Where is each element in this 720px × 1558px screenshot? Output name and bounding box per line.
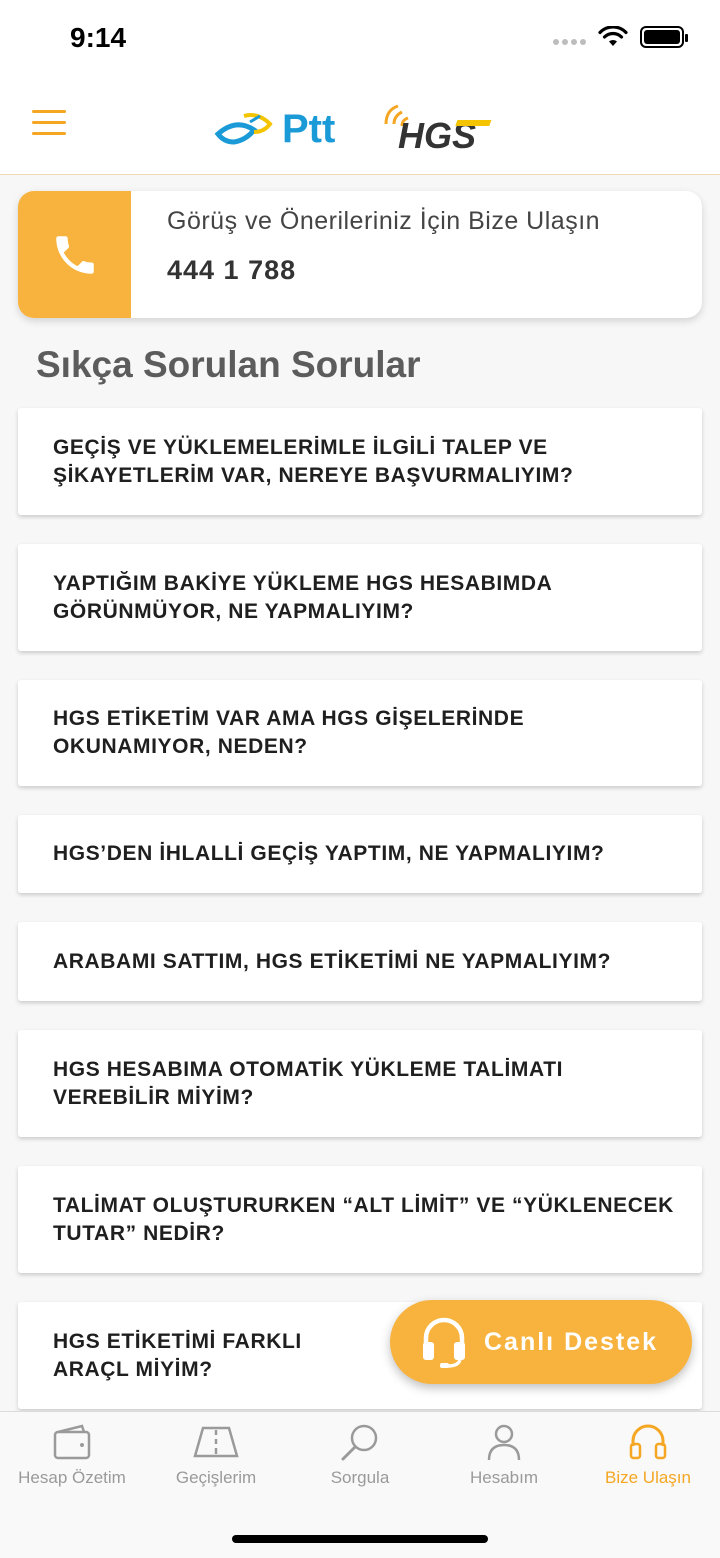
tab-hesap-ozetim[interactable]: Hesap Özetim: [0, 1422, 144, 1512]
tab-sorgula[interactable]: Sorgula: [288, 1422, 432, 1512]
home-indicator: [232, 1535, 488, 1543]
status-time: 9:14: [70, 22, 127, 53]
faq-item-label: YAPTIĞIM BAKİYE YÜKLEME HGS HESABIMDA GÖ…: [53, 571, 552, 623]
faq-item[interactable]: ARABAMI SATTIM, HGS ETİKETİMİ NE YAPMALI…: [18, 922, 702, 1001]
user-icon: [487, 1424, 521, 1461]
live-support-label: Canlı Destek: [484, 1327, 659, 1356]
search-icon: [341, 1424, 378, 1461]
faq-item[interactable]: HGS HESABIMA OTOMATİK YÜKLEME TALİMATI V…: [18, 1030, 702, 1137]
tab-gecislerim[interactable]: Geçişlerim: [144, 1422, 288, 1512]
menu-button[interactable]: [32, 110, 66, 140]
tab-hesabim[interactable]: Hesabım: [432, 1422, 576, 1512]
tab-label: Geçişlerim: [175, 1468, 257, 1487]
faq-item[interactable]: TALİMAT OLUŞTURURKEN “ALT LİMİT” VE “YÜK…: [18, 1166, 702, 1273]
app-header: Ptt HGS: [0, 80, 720, 175]
faq-item-label: HGS HESABIMA OTOMATİK YÜKLEME TALİMATI V…: [53, 1057, 564, 1109]
ptt-logo: Ptt: [214, 107, 335, 151]
faq-item-label: ARABAMI SATTIM, HGS ETİKETİMİ NE YAPMALI…: [53, 949, 612, 973]
faq-item[interactable]: HGS ETİKETİM VAR AMA HGS GİŞELERİNDE OKU…: [18, 680, 702, 786]
tab-label: Sorgula: [330, 1468, 390, 1487]
wallet-icon: [53, 1424, 91, 1460]
faq-item-label: GEÇİŞ VE YÜKLEMELERİMLE İLGİLİ TALEP VE …: [53, 435, 574, 487]
ptt-logo-text: Ptt: [282, 107, 335, 151]
faq-item-label: HGS ETİKETİMİ FARKLI ARAÇL MİYİM?: [53, 1329, 302, 1381]
faq-item[interactable]: YAPTIĞIM BAKİYE YÜKLEME HGS HESABIMDA GÖ…: [18, 544, 702, 651]
signal-icon: [553, 39, 586, 45]
contact-phone[interactable]: 444 1 788: [167, 255, 296, 286]
tab-label: Hesap Özetim: [18, 1468, 126, 1487]
contact-title: Görüş ve Önerileriniz İçin Bize Ulaşın: [167, 207, 601, 235]
faq-item[interactable]: GEÇİŞ VE YÜKLEMELERİMLE İLGİLİ TALEP VE …: [18, 408, 702, 515]
status-icons: [553, 26, 688, 48]
faq-title: Sıkça Sorulan Sorular: [36, 344, 421, 385]
faq-item[interactable]: HGS’DEN İHLALLİ GEÇİŞ YAPTIM, NE YAPMALI…: [18, 815, 702, 893]
live-support-button[interactable]: Canlı Destek: [390, 1300, 692, 1384]
faq-item-label: HGS’DEN İHLALLİ GEÇİŞ YAPTIM, NE YAPMALI…: [53, 842, 605, 865]
faq-item-label: TALİMAT OLUŞTURURKEN “ALT LİMİT” VE “YÜK…: [53, 1193, 674, 1245]
headset-icon: [629, 1424, 667, 1460]
wifi-icon: [598, 26, 628, 46]
contact-card[interactable]: Görüş ve Önerileriniz İçin Bize Ulaşın 4…: [18, 191, 702, 318]
tab-bize-ulasin[interactable]: Bize Ulaşın: [576, 1422, 720, 1512]
road-icon: [193, 1426, 239, 1458]
headset-icon: [423, 1317, 465, 1368]
phone-icon: [55, 235, 94, 274]
tab-label: Bize Ulaşın: [605, 1468, 691, 1487]
battery-icon: [640, 26, 688, 48]
status-bar: 9:14: [0, 0, 720, 80]
contact-icon-box: [18, 191, 131, 318]
tab-label: Hesabım: [469, 1468, 539, 1487]
hgs-logo: HGS: [384, 104, 492, 154]
faq-item-label: HGS ETİKETİM VAR AMA HGS GİŞELERİNDE OKU…: [53, 707, 525, 758]
